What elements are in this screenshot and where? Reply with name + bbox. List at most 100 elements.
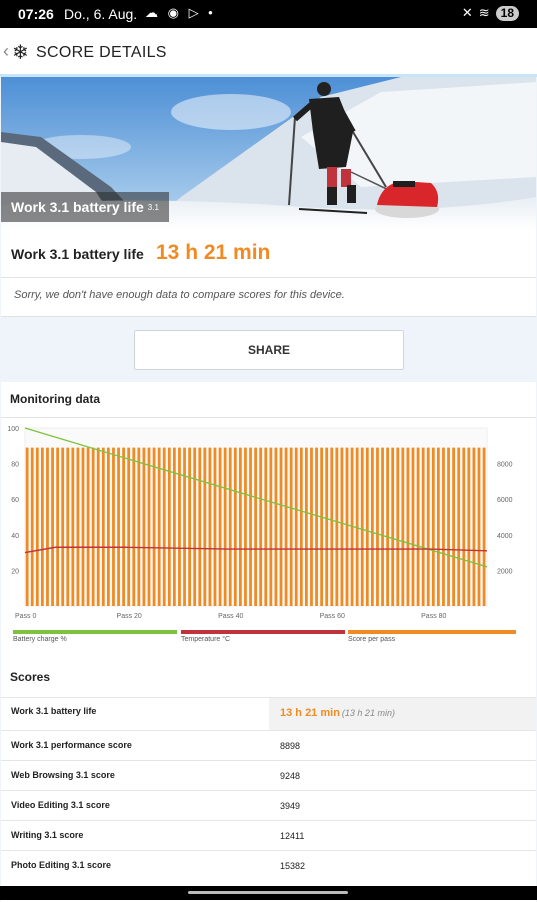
score-bar xyxy=(122,447,126,606)
share-button[interactable]: SHARE xyxy=(134,330,404,370)
score-bar xyxy=(406,447,410,606)
score-bar xyxy=(249,447,252,606)
score-row-name: Photo Editing 3.1 score xyxy=(11,860,112,870)
score-bar xyxy=(193,447,197,606)
legend-temperature: Temperature °C xyxy=(181,630,345,643)
score-bar xyxy=(96,447,100,606)
legend-temperature-label: Temperature °C xyxy=(181,636,231,643)
score-row-value: 12411 xyxy=(280,831,305,841)
score-bar xyxy=(101,447,105,606)
score-bar xyxy=(35,447,39,606)
score-bar xyxy=(294,447,298,606)
score-bar xyxy=(482,447,486,606)
score-bar xyxy=(376,447,379,606)
scores-table: Work 3.1 battery life 13 h 21 min (13 h 2… xyxy=(1,697,536,880)
score-bar xyxy=(365,447,369,606)
score-bar xyxy=(137,447,141,606)
legend-battery-swatch xyxy=(13,630,177,634)
hero-label-text: Work 3.1 battery life xyxy=(11,199,144,215)
score-bar xyxy=(289,447,293,606)
back-icon[interactable]: ‹ xyxy=(3,41,9,62)
x-axis-tick-label: Pass 0 xyxy=(15,613,37,620)
score-bar xyxy=(340,447,344,606)
legend-battery: Battery charge % xyxy=(13,630,177,643)
score-bar xyxy=(391,447,395,606)
score-bar xyxy=(61,447,65,606)
score-bar xyxy=(335,447,339,606)
score-bar xyxy=(330,447,334,606)
score-row-value: 9248 xyxy=(280,771,301,781)
score-bar xyxy=(30,447,34,606)
score-bar xyxy=(477,447,481,606)
x-axis-tick-label: Pass 40 xyxy=(218,613,243,620)
score-bar xyxy=(132,447,136,606)
left-axis-tick-label: 80 xyxy=(11,462,19,469)
score-row-value: 13 h 21 min (13 h 21 min) xyxy=(280,707,395,719)
score-name: Work 3.1 battery life xyxy=(11,246,144,262)
score-bar xyxy=(142,447,146,606)
score-bar xyxy=(436,447,440,606)
score-bar xyxy=(370,447,374,606)
score-row-sub-value: (13 h 21 min) xyxy=(341,708,395,718)
score-bar xyxy=(152,447,156,606)
score-bar xyxy=(269,447,273,606)
score-bar xyxy=(106,447,110,606)
score-bar xyxy=(396,447,400,606)
score-bar xyxy=(254,447,258,606)
right-axis-tick-label: 6000 xyxy=(497,497,513,504)
wifi-icon: ≋ xyxy=(478,5,490,20)
hero-label: Work 3.1 battery life 3.1 xyxy=(1,192,169,222)
score-bar xyxy=(183,447,186,606)
score-bar xyxy=(457,447,461,606)
score-bar xyxy=(112,447,115,606)
legend-score-swatch xyxy=(348,630,516,634)
legend-score: Score per pass xyxy=(348,630,516,643)
score-bar xyxy=(162,447,166,606)
score-bar xyxy=(274,447,278,606)
scores-title: Scores xyxy=(10,670,51,684)
score-bar xyxy=(127,447,131,606)
score-card: Work 3.1 battery life 13 h 21 min Sorry,… xyxy=(1,230,536,317)
score-row-name: Work 3.1 performance score xyxy=(11,740,132,750)
score-bar xyxy=(416,447,420,606)
system-nav-bar xyxy=(0,886,537,900)
score-bar xyxy=(172,447,176,606)
score-bar xyxy=(203,447,207,606)
score-bar xyxy=(223,447,227,606)
score-bar xyxy=(421,447,425,606)
score-bar xyxy=(426,447,430,606)
score-bar xyxy=(401,447,405,606)
x-axis-tick-label: Pass 60 xyxy=(320,613,345,620)
score-value: 13 h 21 min xyxy=(156,241,271,264)
monitoring-panel: Monitoring data 20 40 60 80 100 2000 4000 6000 8… xyxy=(1,382,536,902)
score-bar xyxy=(157,447,161,606)
score-bar xyxy=(233,447,237,606)
snowflake-logo-icon: ❄ xyxy=(12,42,29,64)
score-bar xyxy=(320,447,324,606)
right-axis-tick-label: 2000 xyxy=(497,568,513,575)
notification-icons: ☁ ◉ ▷ • xyxy=(145,5,216,20)
right-axis-tick-label: 4000 xyxy=(497,533,513,540)
score-row-name: Work 3.1 battery life xyxy=(11,706,97,716)
left-axis-tick-label: 60 xyxy=(11,497,19,504)
mute-icon: ✕ xyxy=(461,5,473,20)
score-bar xyxy=(462,447,466,606)
score-bar xyxy=(472,447,476,606)
score-bar xyxy=(447,447,450,606)
home-gesture-handle[interactable] xyxy=(188,891,348,894)
monitoring-chart-svg: 20 40 60 80 100 2000 4000 6000 8000 Pass 0 Pass 20… xyxy=(7,426,513,620)
score-bar xyxy=(315,447,318,606)
score-divider xyxy=(1,277,536,278)
score-bar xyxy=(244,447,247,606)
status-date: Do., 6. Aug. xyxy=(64,6,138,22)
monitoring-divider xyxy=(1,417,536,418)
score-bar xyxy=(452,447,456,606)
score-bar xyxy=(178,447,181,606)
score-bar xyxy=(431,447,435,606)
monitoring-title: Monitoring data xyxy=(10,392,100,406)
score-bar xyxy=(325,447,329,606)
table-row: Web Browsing 3.1 score 9248 xyxy=(1,760,536,790)
score-bar xyxy=(259,447,263,606)
score-bar xyxy=(299,447,303,606)
app-header: ‹ ❄ SCORE DETAILS xyxy=(0,28,537,76)
